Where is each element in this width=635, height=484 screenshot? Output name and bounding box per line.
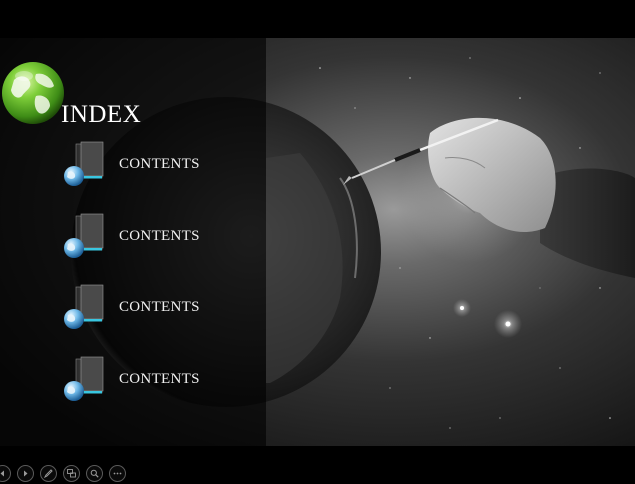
- contents-item-4[interactable]: CONTENTS: [62, 355, 252, 403]
- more-options-button[interactable]: [109, 464, 126, 482]
- pen-button[interactable]: [40, 464, 57, 482]
- pen-icon: [44, 468, 53, 478]
- see-all-slides-button[interactable]: [63, 464, 80, 482]
- contents-item-3[interactable]: CONTENTS: [62, 283, 252, 331]
- slides-icon: [67, 468, 76, 477]
- contents-item-1[interactable]: CONTENTS: [62, 140, 252, 188]
- contents-item-label: CONTENTS: [119, 155, 200, 172]
- folder-globe-icon: [64, 356, 104, 401]
- next-slide-button[interactable]: [17, 464, 34, 482]
- previous-slide-button[interactable]: [0, 464, 11, 482]
- folder-globe-icon: [64, 141, 104, 186]
- slide: INDEX CONTENTS CONTENTS CONTENTS CONTENT…: [0, 38, 635, 446]
- globe-logo-icon: [2, 62, 64, 124]
- index-title: INDEX: [61, 101, 142, 128]
- contents-item-2[interactable]: CONTENTS: [62, 212, 252, 260]
- contents-item-label: CONTENTS: [119, 227, 200, 244]
- folder-globe-icon: [64, 284, 104, 329]
- presentation-window: INDEX CONTENTS CONTENTS CONTENTS CONTENT…: [0, 0, 635, 484]
- folder-globe-icon: [64, 213, 104, 258]
- zoom-button[interactable]: [86, 464, 103, 482]
- zoom-icon: [90, 469, 99, 478]
- contents-item-label: CONTENTS: [119, 370, 200, 387]
- slideshow-toolbar: [0, 463, 132, 483]
- previous-icon: [0, 470, 4, 476]
- more-icon: [113, 472, 122, 474]
- next-icon: [24, 470, 28, 476]
- contents-item-label: CONTENTS: [119, 298, 200, 315]
